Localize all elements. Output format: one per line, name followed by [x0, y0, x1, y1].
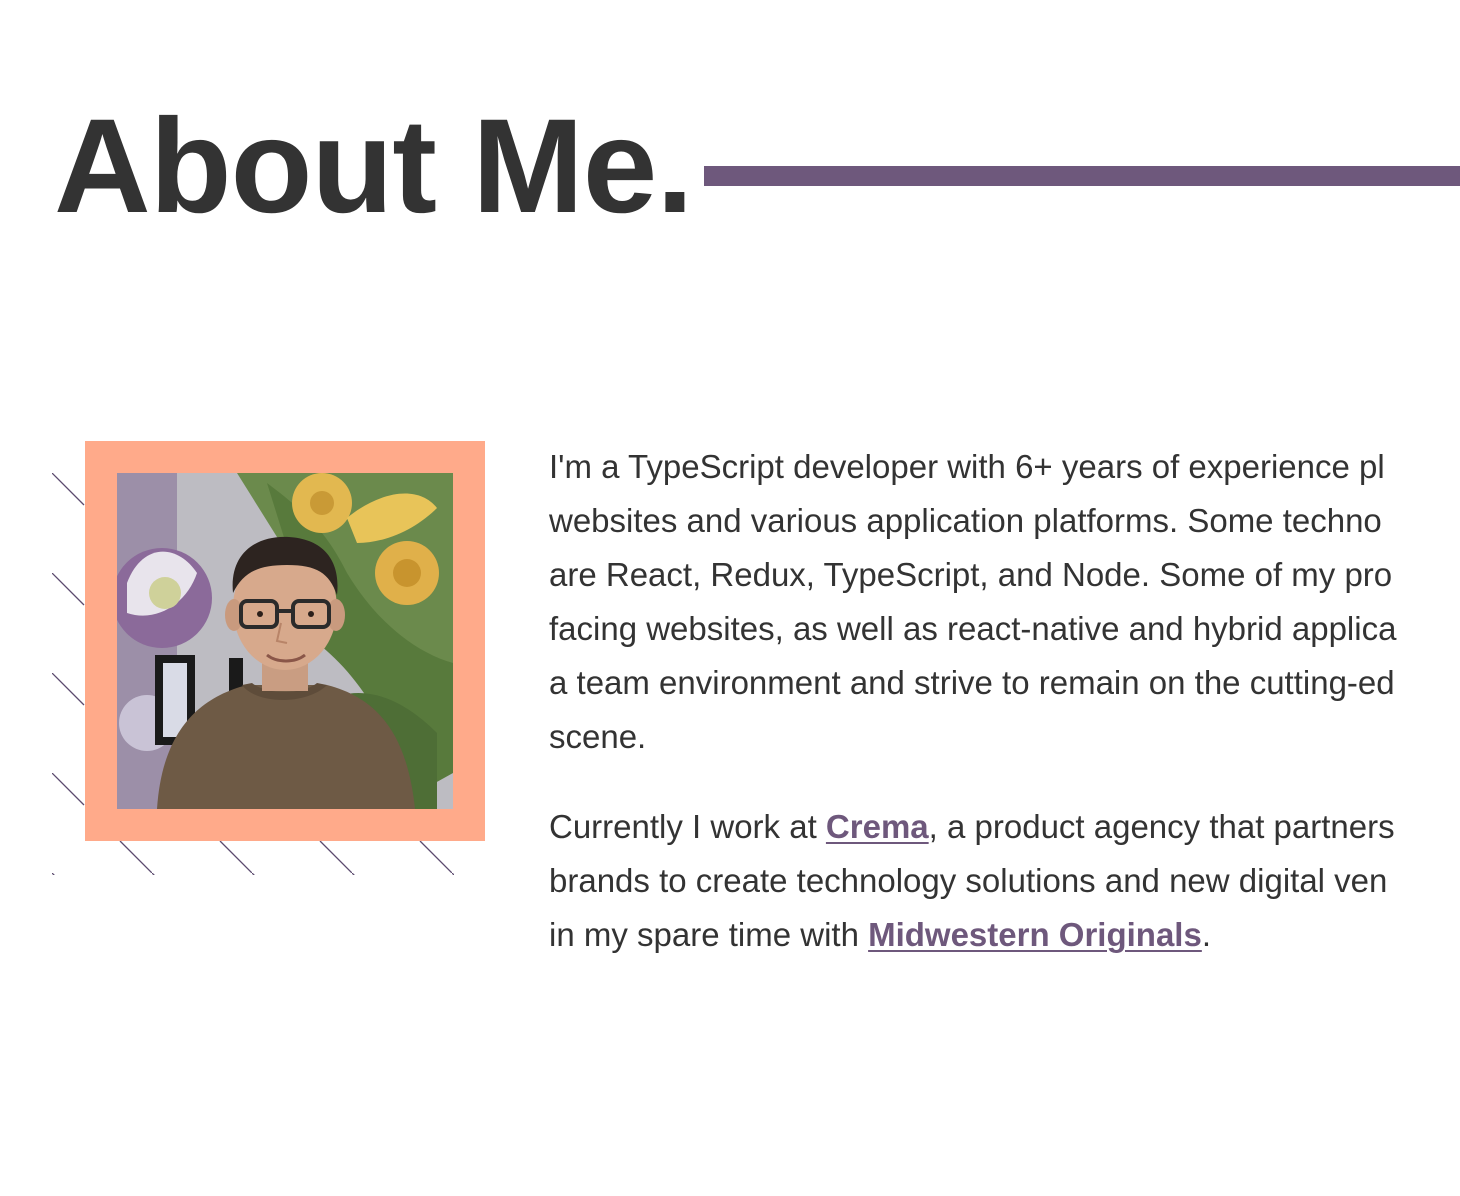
portrait-image	[117, 473, 453, 809]
bio-text-segment: in my spare time with	[549, 916, 869, 953]
section-heading: About Me.	[54, 92, 1460, 242]
bio-paragraph-1: I'm a TypeScript developer with 6+ years…	[549, 440, 1460, 764]
bio-line: a team environment and strive to remain …	[549, 664, 1395, 701]
profile-photo	[117, 473, 453, 809]
bio-text-segment: , a product agency that partners	[928, 808, 1395, 845]
bio-text: I'm a TypeScript developer with 6+ years…	[549, 440, 1460, 962]
crema-link[interactable]: Crema	[826, 808, 929, 845]
photo-frame	[85, 441, 485, 841]
page-title: About Me.	[54, 92, 694, 241]
title-divider-line	[704, 166, 1460, 186]
bio-paragraph-2: Currently I work at Crema, a product age…	[549, 800, 1460, 962]
bio-line: websites and various application platfor…	[549, 502, 1382, 539]
bio-text-segment: .	[1201, 916, 1212, 953]
midwestern-originals-link[interactable]: Midwestern Originals	[868, 916, 1202, 953]
bio-line: are React, Redux, TypeScript, and Node. …	[549, 556, 1393, 593]
bio-line: I'm a TypeScript developer with 6+ years…	[549, 448, 1385, 485]
bio-line: facing websites, as well as react-native…	[549, 610, 1397, 647]
bio-text-segment: Currently I work at	[549, 808, 826, 845]
bio-line: brands to create technology solutions an…	[549, 862, 1388, 899]
profile-photo-block	[52, 441, 492, 881]
bio-line: scene.	[549, 718, 647, 755]
